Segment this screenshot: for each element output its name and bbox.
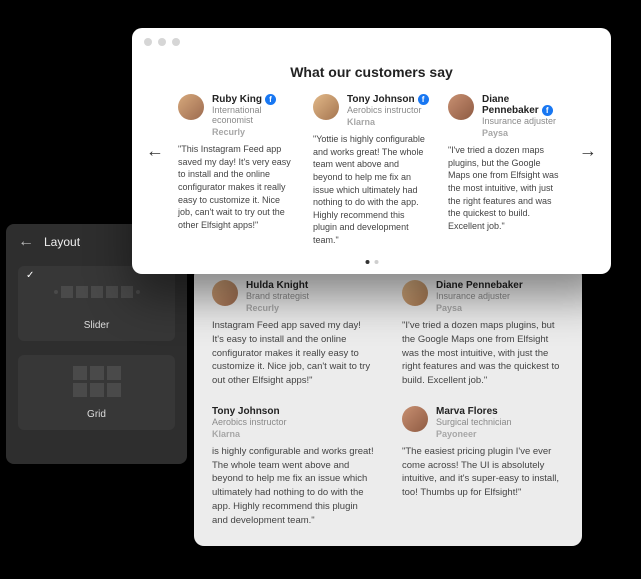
facebook-icon: f <box>542 105 553 116</box>
avatar <box>402 406 428 432</box>
reviewer-name: Marva Flores <box>436 406 512 417</box>
avatar <box>313 94 339 120</box>
grid-preview-card: Hulda Knight Brand strategist Recurly In… <box>194 266 582 546</box>
prev-arrow-icon[interactable]: ← <box>140 135 170 168</box>
back-icon[interactable]: ← <box>18 234 34 250</box>
reviewer-role: International economist <box>212 105 295 125</box>
option-label: Slider <box>26 320 167 331</box>
reviewer-role: Aerobics instructor <box>347 105 429 115</box>
facebook-icon: f <box>265 94 276 105</box>
traffic-lights-icon <box>144 38 180 46</box>
review-card: Diane Pennebakerf Insurance adjuster Pay… <box>448 94 565 246</box>
avatar <box>178 94 204 120</box>
review-card: Marva Flores Surgical technician Payonee… <box>402 406 564 528</box>
review-quote: "The easiest pricing plugin I've ever co… <box>402 445 564 500</box>
review-card: Hulda Knight Brand strategist Recurly In… <box>212 280 374 388</box>
testimonials-heading: What our customers say <box>132 64 611 80</box>
review-card: Tony Johnsonf Aerobics instructor Klarna… <box>313 94 430 246</box>
layout-option-slider[interactable]: Slider <box>18 266 175 341</box>
reviewer-role: Insurance adjuster <box>482 116 565 126</box>
review-card: Ruby Kingf International economist Recur… <box>178 94 295 246</box>
reviewer-name: Ruby Kingf <box>212 94 295 105</box>
facebook-icon: f <box>418 94 429 105</box>
avatar <box>448 94 474 120</box>
reviewer-name: Tony Johnson <box>212 406 287 417</box>
layout-option-grid[interactable]: Grid <box>18 355 175 430</box>
reviewer-name: Diane Pennebakerf <box>482 94 565 116</box>
reviewer-role: Surgical technician <box>436 417 512 427</box>
review-quote: is highly configurable and works great! … <box>212 445 374 528</box>
reviewer-brand: Paysa <box>436 303 523 313</box>
reviewer-brand: Payoneer <box>436 429 512 439</box>
reviewer-role: Brand strategist <box>246 291 309 301</box>
review-card: Tony Johnson Aerobics instructor Klarna … <box>212 406 374 528</box>
reviewer-name: Hulda Knight <box>246 280 309 291</box>
review-quote: "This Instagram Feed app saved my day! I… <box>178 143 295 231</box>
reviewer-role: Insurance adjuster <box>436 291 523 301</box>
review-card: Diane Pennebaker Insurance adjuster Pays… <box>402 280 564 388</box>
grid-icon <box>26 361 167 401</box>
review-quote: "I've tried a dozen maps plugins, but th… <box>448 144 565 232</box>
pagination-dots[interactable] <box>365 260 378 264</box>
reviewer-name: Tony Johnsonf <box>347 94 429 105</box>
reviewer-brand: Paysa <box>482 128 565 138</box>
avatar <box>212 280 238 306</box>
review-quote: "Yottie is highly configurable and works… <box>313 133 430 246</box>
reviewer-brand: Klarna <box>212 429 287 439</box>
option-label: Grid <box>26 409 167 420</box>
review-quote: "I've tried a dozen maps plugins, but th… <box>402 319 564 388</box>
slider-preview-card: What our customers say ← → Ruby Kingf In… <box>132 28 611 274</box>
review-quote: Instagram Feed app saved my day! It's ea… <box>212 319 374 388</box>
reviewer-name: Diane Pennebaker <box>436 280 523 291</box>
avatar <box>402 280 428 306</box>
panel-title: Layout <box>44 235 80 249</box>
next-arrow-icon[interactable]: → <box>573 135 603 168</box>
reviewer-brand: Klarna <box>347 117 429 127</box>
reviewer-brand: Recurly <box>246 303 309 313</box>
slider-icon <box>26 272 167 312</box>
reviewer-brand: Recurly <box>212 127 295 137</box>
reviewer-role: Aerobics instructor <box>212 417 287 427</box>
